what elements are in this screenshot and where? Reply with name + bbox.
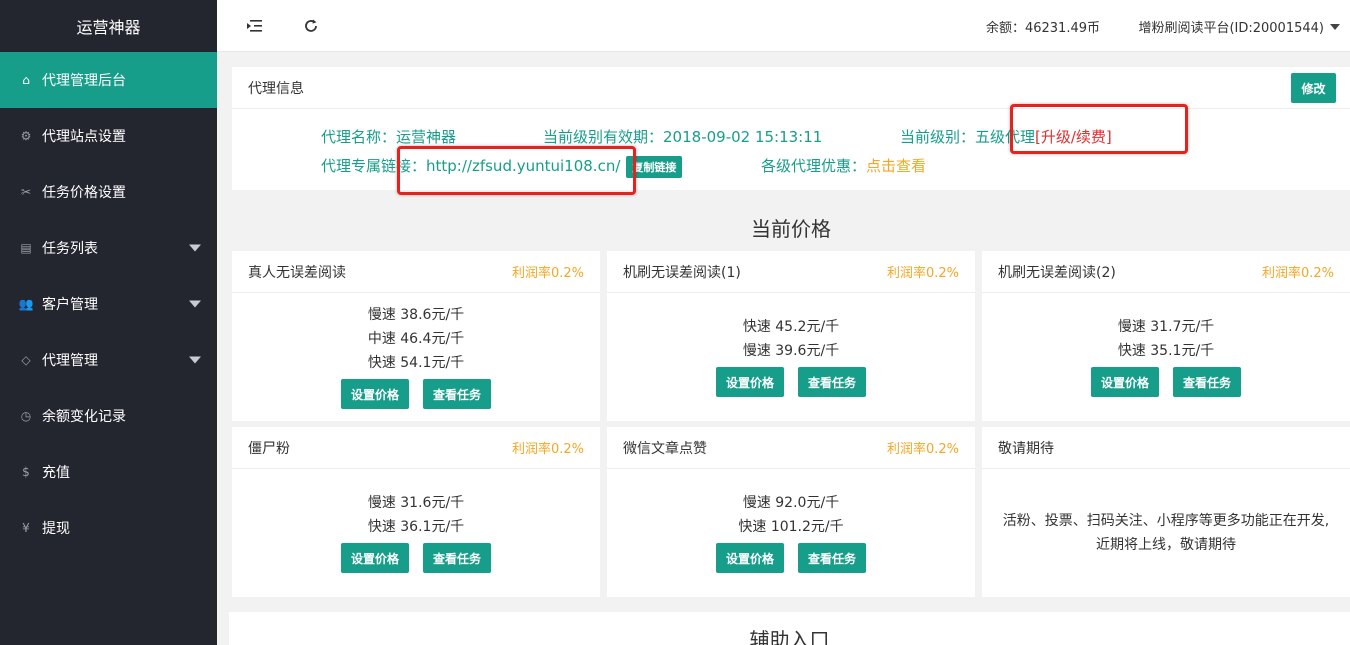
sidebar-nav: ⌂ 代理管理后台 ⚙ 代理站点设置 ✂ 任务价格设置 ▤ 任务列表 👥 客户管理 ◇ 代理管理 ◷ 余额变…: [0, 52, 217, 556]
prices-section-title: 当前价格: [751, 217, 831, 241]
highlight-box-level: [1010, 104, 1188, 154]
card-title: 机刷无误差阅读(2): [998, 264, 1116, 281]
brand-title: 运营神器: [76, 18, 141, 37]
level-label: 当前级别：: [900, 128, 976, 146]
agent-name-label: 代理名称：: [321, 128, 397, 146]
profit-rate: 利润率0.2%: [886, 442, 959, 457]
coming-soon-text-2: 近期将上线，敬请期待: [1096, 537, 1236, 553]
set-price-button[interactable]: 设置价格: [341, 379, 409, 409]
sidebar-item-5[interactable]: ◇ 代理管理: [0, 332, 217, 388]
panel-title: 代理信息: [248, 80, 304, 97]
price-line: 慢速 31.7元/千: [1117, 319, 1215, 335]
expiry-value: 2018-09-02 15:13:11: [663, 128, 823, 146]
aux-entry-panel: 辅助入口: [229, 612, 1350, 645]
card-title: 僵尸粉: [248, 440, 290, 457]
coming-soon-title: 敬请期待: [998, 440, 1054, 457]
price-card: 僵尸粉 利润率0.2% 慢速 31.6元/千 快速 36.1元/千设置价格 查看任务: [232, 427, 600, 597]
discount-label: 各级代理优惠：: [761, 157, 867, 175]
document-icon: ▤: [20, 241, 32, 255]
sidebar-item-label: 代理站点设置: [42, 129, 126, 145]
sidebar-item-label: 客户管理: [42, 297, 98, 313]
coming-soon-text-1: 活粉、投票、扫码关注、小程序等更多功能正在开发,: [1002, 513, 1330, 529]
card-title: 真人无误差阅读: [248, 264, 346, 281]
price-line: 慢速 39.6元/千: [742, 343, 840, 359]
price-line: 快速 101.2元/千: [738, 519, 844, 535]
sidebar-item-label: 余额变化记录: [42, 409, 126, 425]
price-line: 快速 54.1元/千: [367, 355, 465, 371]
sidebar: 运营神器 ⌂ 代理管理后台 ⚙ 代理站点设置 ✂ 任务价格设置 ▤ 任务列表 👥 客户管理 ◇ 代理管…: [0, 0, 217, 645]
set-price-button[interactable]: 设置价格: [716, 367, 784, 397]
home-icon: ⌂: [22, 73, 30, 87]
view-tasks-button[interactable]: 查看任务: [1173, 367, 1241, 397]
gear-icon: ⚙: [20, 129, 32, 143]
set-price-button[interactable]: 设置价格: [716, 543, 784, 573]
agent-name-row: 代理名称：运营神器: [321, 126, 456, 147]
yen-icon: ¥: [22, 521, 30, 535]
view-tasks-button[interactable]: 查看任务: [423, 543, 491, 573]
profit-rate: 利润率0.2%: [886, 266, 959, 281]
price-card: 真人无误差阅读 利润率0.2% 慢速 38.6元/千 中速 46.4元/千 快速 54.…: [232, 251, 600, 421]
caret-down-icon: [189, 244, 201, 252]
coming-soon-card: 敬请期待 活粉、投票、扫码关注、小程序等更多功能正在开发, 近期将上线，敬请期待: [982, 427, 1350, 597]
dollar-icon: $: [22, 465, 30, 479]
view-tasks-button[interactable]: 查看任务: [798, 543, 866, 573]
sidebar-item-6[interactable]: ◷ 余额变化记录: [0, 388, 217, 444]
profit-rate: 利润率0.2%: [511, 442, 584, 457]
price-line: 慢速 92.0元/千: [742, 495, 840, 511]
clock-icon: ◷: [20, 409, 32, 423]
price-card: 机刷无误差阅读(2) 利润率0.2% 慢速 31.7元/千 快速 35.1元/千设置价…: [982, 251, 1350, 421]
edit-button[interactable]: 修改: [1291, 73, 1336, 103]
view-tasks-button[interactable]: 查看任务: [798, 367, 866, 397]
agent-name-value: 运营神器: [396, 128, 457, 146]
highlight-box-link: [397, 146, 636, 195]
diamond-icon: ◇: [21, 353, 31, 367]
sidebar-item-3[interactable]: ▤ 任务列表: [0, 220, 217, 276]
profit-rate: 利润率0.2%: [1261, 266, 1334, 281]
chevron-down-icon: [1330, 23, 1340, 30]
sidebar-item-label: 提现: [42, 521, 70, 537]
sidebar-item-2[interactable]: ✂ 任务价格设置: [0, 164, 217, 220]
sidebar-item-label: 充值: [42, 465, 70, 481]
sidebar-item-4[interactable]: 👥 客户管理: [0, 276, 217, 332]
price-line: 慢速 31.6元/千: [367, 495, 465, 511]
sidebar-item-8[interactable]: ¥ 提现: [0, 500, 217, 556]
sidebar-item-label: 任务价格设置: [42, 185, 126, 201]
price-line: 快速 35.1元/千: [1117, 343, 1215, 359]
sidebar-item-label: 代理管理: [42, 353, 98, 369]
price-line: 慢速 38.6元/千: [367, 307, 465, 323]
price-line: 快速 45.2元/千: [742, 319, 840, 335]
card-title: 微信文章点赞: [623, 440, 707, 457]
expiry-row: 当前级别有效期：2018-09-02 15:13:11: [543, 126, 822, 147]
price-card: 微信文章点赞 利润率0.2% 慢速 92.0元/千 快速 101.2元/千设置价格 查看…: [607, 427, 975, 597]
price-line: 快速 36.1元/千: [367, 519, 465, 535]
sidebar-item-0[interactable]: ⌂ 代理管理后台: [0, 52, 217, 108]
price-card: 机刷无误差阅读(1) 利润率0.2% 快速 45.2元/千 慢速 39.6元/千设置价…: [607, 251, 975, 421]
set-price-button[interactable]: 设置价格: [341, 543, 409, 573]
platform-label: 增粉刷阅读平台(ID:20001544): [1138, 21, 1324, 36]
price-line: 中速 46.4元/千: [367, 331, 465, 347]
set-price-button[interactable]: 设置价格: [1091, 367, 1159, 397]
view-tasks-button[interactable]: 查看任务: [423, 379, 491, 409]
top-bar: 余额：46231.49币 增粉刷阅读平台(ID:20001544): [217, 0, 1350, 52]
expiry-label: 当前级别有效期：: [543, 128, 664, 146]
aux-section-title: 辅助入口: [749, 628, 830, 645]
sidebar-item-label: 代理管理后台: [42, 73, 126, 89]
card-title: 机刷无误差阅读(1): [623, 264, 741, 281]
profit-rate: 利润率0.2%: [511, 266, 584, 281]
sidebar-item-1[interactable]: ⚙ 代理站点设置: [0, 108, 217, 164]
caret-down-icon: [189, 356, 201, 364]
platform-dropdown[interactable]: 增粉刷阅读平台(ID:20001544): [1138, 17, 1340, 36]
discount-view-link[interactable]: 点击查看: [866, 157, 926, 175]
users-icon: 👥: [18, 297, 34, 311]
scissors-icon: ✂: [20, 185, 32, 199]
balance-text: 余额：46231.49币: [985, 21, 1100, 36]
collapse-menu-icon[interactable]: [245, 16, 265, 36]
sidebar-item-7[interactable]: $ 充值: [0, 444, 217, 500]
caret-down-icon: [189, 300, 201, 308]
sidebar-item-label: 任务列表: [42, 241, 98, 257]
refresh-icon[interactable]: [301, 16, 321, 36]
discount-row: 各级代理优惠：点击查看: [761, 155, 926, 176]
